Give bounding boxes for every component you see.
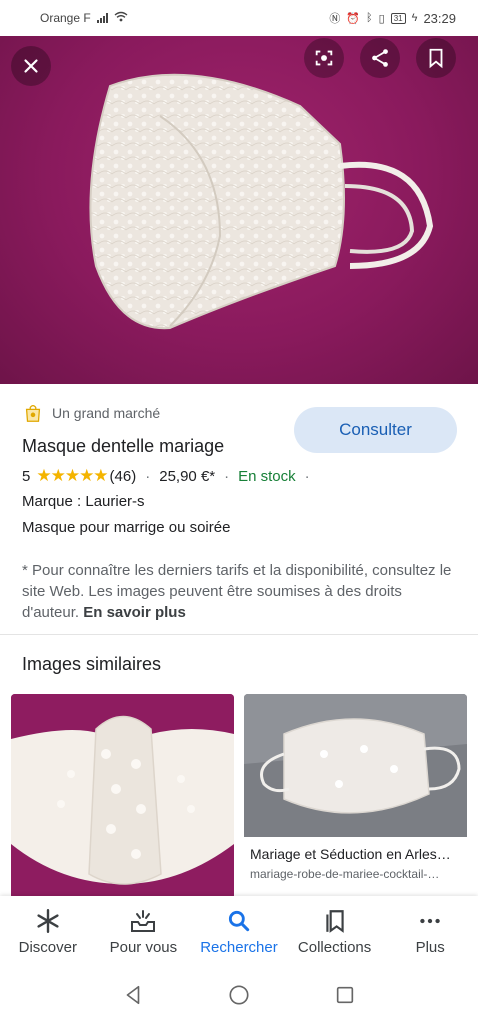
alarm-icon: ⏰ [346,12,361,25]
lens-icon [315,50,333,66]
signal-icon [96,13,108,23]
similar-image-2[interactable] [244,694,467,837]
bookmark-button[interactable] [416,38,456,78]
nav-collections[interactable]: Collections [287,896,383,970]
battery-icon: 31 [390,12,406,24]
recents-icon [336,986,354,1003]
lens-button[interactable] [304,38,344,78]
product-description: Masque pour marrige ou soirée [22,519,231,536]
learn-more-link[interactable]: En savoir plus [83,604,186,621]
nav-rechercher[interactable]: Rechercher [191,896,287,970]
similar-image-1[interactable] [11,694,234,899]
separator-dot: · [224,467,230,485]
merchant[interactable]: Un grand marché [22,402,160,424]
status-bar: Orange F Ⓝ ⏰ ᛒ ▯ 31 ϟ 23:29 [0,0,478,36]
vibrate-icon: ▯ [378,12,385,25]
bookmark-icon [429,48,443,69]
brand: Marque : Laurier-s [22,493,145,510]
similar-mask-image [244,694,467,837]
share-icon [372,49,388,67]
lace-mask-illustration [89,73,434,330]
home-button[interactable] [228,984,250,1011]
product-image[interactable] [0,36,478,384]
clock: 23:29 [423,10,456,26]
merchant-name: Un grand marché [52,405,161,421]
nav-label: Rechercher [200,939,278,956]
share-button[interactable] [360,38,400,78]
nav-label: Pour vous [109,939,178,956]
disclaimer: * Pour connaître les derniers tarifs et … [22,560,458,623]
carrier-label: Orange F [40,11,91,25]
close-button[interactable] [11,46,51,86]
close-icon [24,59,38,73]
more-icon [417,906,443,936]
nav-discover[interactable]: Discover [0,896,96,970]
home-icon [229,984,249,1005]
separator-dot: · [145,467,151,485]
recents-button[interactable] [334,984,356,1011]
nav-label: Collections [297,939,372,956]
nav-pour-vous[interactable]: Pour vous [96,896,192,970]
divider [0,634,478,635]
rating-row: 5 ★★★★★ (46) · 25,90 €* · En stock · [22,466,319,486]
nav-label: Plus [415,939,445,956]
star-rating-icon: ★★★★★ [36,466,108,485]
similar-item-source: mariage-robe-de-mariee-cocktail-… [250,867,440,881]
nav-plus[interactable]: Plus [382,896,478,970]
back-icon [126,985,140,1004]
system-nav-bar [0,970,478,1024]
back-button[interactable] [122,984,144,1011]
asterisk-icon [35,906,61,936]
rating-value: 5 [22,467,31,485]
similar-item-title[interactable]: Mariage et Séduction en Arles… [250,846,464,862]
similar-mask-image [11,694,234,899]
separator-dot: · [304,467,310,485]
review-count: (46) [109,467,137,485]
bluetooth-icon: ᛒ [366,12,373,24]
product-title: Masque dentelle mariage [22,436,225,456]
collections-icon [322,906,348,936]
similar-images-heading: Images similaires [22,654,162,674]
price: 25,90 €* [159,467,216,485]
consult-button[interactable]: Consulter [294,407,457,453]
shopping-bag-icon [25,405,41,422]
inbox-icon [129,906,157,936]
stock-status: En stock [238,467,296,485]
nfc-icon: Ⓝ [329,13,341,25]
charging-icon: ϟ [411,12,418,24]
bottom-nav: Discover Pour vous Rechercher Collection… [0,896,478,970]
search-icon [226,906,252,936]
wifi-icon [114,11,128,25]
nav-label: Discover [18,939,77,956]
